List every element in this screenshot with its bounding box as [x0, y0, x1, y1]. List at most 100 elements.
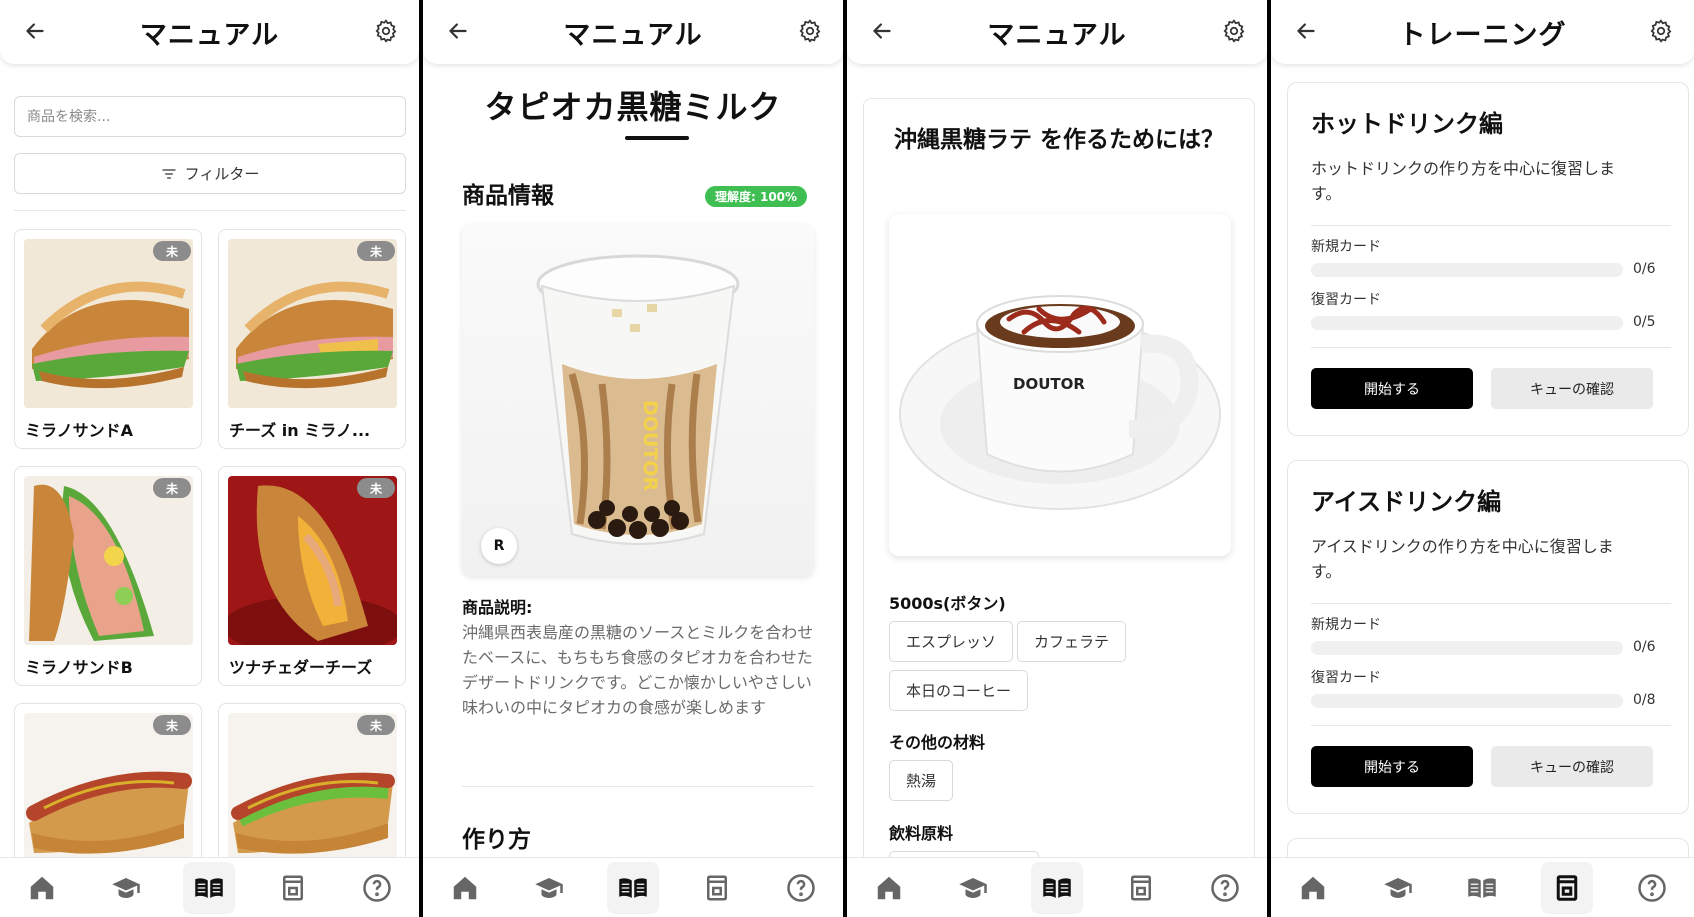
- nav-machine[interactable]: [267, 862, 319, 914]
- deck-title: アイスドリンク編: [1311, 488, 1502, 516]
- nav-help[interactable]: [1626, 862, 1678, 914]
- coffee-machine-icon: [707, 875, 727, 900]
- help-icon: [363, 873, 391, 902]
- nav-home[interactable]: [1287, 862, 1339, 914]
- app-header: マニュアル: [0, 0, 419, 64]
- nav-machine[interactable]: [1115, 862, 1167, 914]
- nav-machine[interactable]: [1541, 861, 1594, 914]
- status-badge: 未: [153, 715, 191, 735]
- sandwich-image: [24, 239, 193, 408]
- nav-home[interactable]: [439, 862, 491, 914]
- catalog-screen: マニュアル フィルター 未 ミラノサンドA 未 チーズ in ミラノ... 未 …: [0, 0, 419, 917]
- option-chip[interactable]: 本日のコーヒー: [889, 670, 1029, 711]
- review-cards-count: 0/5: [1633, 314, 1656, 330]
- gear-icon[interactable]: [1221, 18, 1247, 44]
- product-image: DOUTOR: [462, 224, 814, 576]
- product-card[interactable]: 未 ツナチェダーチーズ: [218, 466, 406, 686]
- group-label: 飲料原料: [889, 824, 954, 843]
- start-button[interactable]: 開始する: [1311, 368, 1473, 409]
- group-label: 5000s(ボタン): [889, 594, 1006, 613]
- gear-icon[interactable]: [373, 18, 399, 44]
- status-badge: 未: [153, 478, 191, 498]
- option-chip[interactable]: エスプレッソ: [889, 621, 1014, 662]
- nav-training[interactable]: [947, 862, 999, 914]
- product-card[interactable]: 未 ミラノサンドA: [14, 229, 202, 449]
- nav-help[interactable]: [1199, 862, 1251, 914]
- title-underline: [625, 136, 689, 140]
- nav-help[interactable]: [775, 862, 827, 914]
- group-label: その他の材料: [889, 733, 986, 752]
- nav-manual[interactable]: [183, 861, 236, 914]
- option-chip[interactable]: 熱湯: [889, 760, 954, 801]
- nav-home[interactable]: [863, 862, 915, 914]
- new-cards-label: 新規カード: [1311, 239, 1381, 255]
- filter-button[interactable]: フィルター: [14, 153, 406, 194]
- product-title: タピオカ黒糖ミルク: [484, 88, 782, 126]
- page-title: トレーニング: [1398, 19, 1567, 51]
- nav-manual[interactable]: [607, 861, 659, 914]
- status-badge: 未: [357, 241, 395, 261]
- nav-help[interactable]: [351, 862, 403, 914]
- nav-machine[interactable]: [691, 862, 743, 914]
- quiz-question: 沖縄黒糖ラテ を作るためには？: [893, 127, 1224, 153]
- status-badge: 未: [357, 478, 395, 498]
- page-title: マニュアル: [987, 19, 1127, 51]
- review-cards-label: 復習カード: [1311, 292, 1381, 308]
- app-header: トレーニング: [1271, 0, 1694, 64]
- sandwich-image: [228, 476, 397, 645]
- coffee-machine-icon: [283, 875, 304, 900]
- bottom-nav: [423, 857, 843, 917]
- size-badge[interactable]: R: [481, 528, 517, 564]
- product-card[interactable]: 未 ミラノサンドB: [14, 466, 202, 686]
- manual-book-icon: [1043, 877, 1071, 898]
- back-arrow-icon[interactable]: [869, 18, 895, 44]
- cup-logo: DOUTOR: [1013, 375, 1085, 393]
- nav-training[interactable]: [100, 862, 152, 914]
- divider: [1311, 225, 1671, 226]
- product-description: 沖縄県西表島産の黒糖のソースとミルクを合わせたベースに、もちもち食感のタピオカを…: [462, 623, 814, 717]
- home-icon: [877, 876, 901, 899]
- status-badge: 未: [357, 715, 395, 735]
- new-cards-count: 0/6: [1633, 261, 1656, 277]
- nav-training[interactable]: [523, 862, 575, 914]
- manual-book-icon: [619, 877, 647, 898]
- back-arrow-icon[interactable]: [445, 18, 471, 44]
- gear-icon[interactable]: [797, 18, 823, 44]
- sandwich-image: [24, 476, 193, 645]
- product-name: ミラノサンドB: [25, 658, 133, 677]
- home-icon: [30, 876, 54, 899]
- gear-icon[interactable]: [1648, 18, 1674, 44]
- start-button[interactable]: 開始する: [1311, 746, 1473, 787]
- back-arrow-icon[interactable]: [22, 18, 48, 44]
- nav-training[interactable]: [1372, 862, 1424, 914]
- help-icon: [1637, 873, 1666, 902]
- deck-description: ホットドリンクの作り方を中心に復習します。: [1311, 159, 1616, 203]
- new-cards-count: 0/6: [1633, 639, 1656, 655]
- nav-home[interactable]: [16, 862, 68, 914]
- page-title: マニュアル: [139, 19, 280, 51]
- sandwich-image: [228, 239, 397, 408]
- search-input[interactable]: [14, 96, 406, 137]
- understanding-badge: 理解度: 100%: [705, 186, 808, 207]
- home-icon: [1302, 876, 1325, 899]
- option-chip[interactable]: カフェラテ: [1017, 621, 1127, 662]
- app-header: マニュアル: [847, 0, 1267, 64]
- page-title: マニュアル: [563, 19, 703, 51]
- graduation-cap-icon: [1384, 877, 1412, 898]
- graduation-cap-icon: [535, 877, 563, 898]
- product-screen: マニュアル タピオカ黒糖ミルク 商品情報 理解度: 100% DOUTOR R …: [423, 0, 843, 917]
- quiz-screen: マニュアル 沖縄黒糖ラテ を作るためには？ DOUTOR 5000s(ボタン) …: [847, 0, 1267, 917]
- review-cards-progress: [1311, 694, 1623, 708]
- nav-manual[interactable]: [1031, 861, 1083, 914]
- back-arrow-icon[interactable]: [1293, 18, 1319, 44]
- divider: [1311, 347, 1671, 348]
- nav-manual[interactable]: [1456, 862, 1508, 914]
- review-cards-count: 0/8: [1633, 692, 1656, 708]
- app-header: マニュアル: [423, 0, 843, 64]
- deck-title: ホットドリンク編: [1311, 110, 1503, 138]
- product-card[interactable]: 未 チーズ in ミラノ...: [218, 229, 406, 449]
- check-queue-button[interactable]: キューの確認: [1491, 746, 1653, 787]
- bottom-nav: [847, 857, 1267, 917]
- manual-book-icon: [195, 877, 224, 898]
- check-queue-button[interactable]: キューの確認: [1491, 368, 1653, 409]
